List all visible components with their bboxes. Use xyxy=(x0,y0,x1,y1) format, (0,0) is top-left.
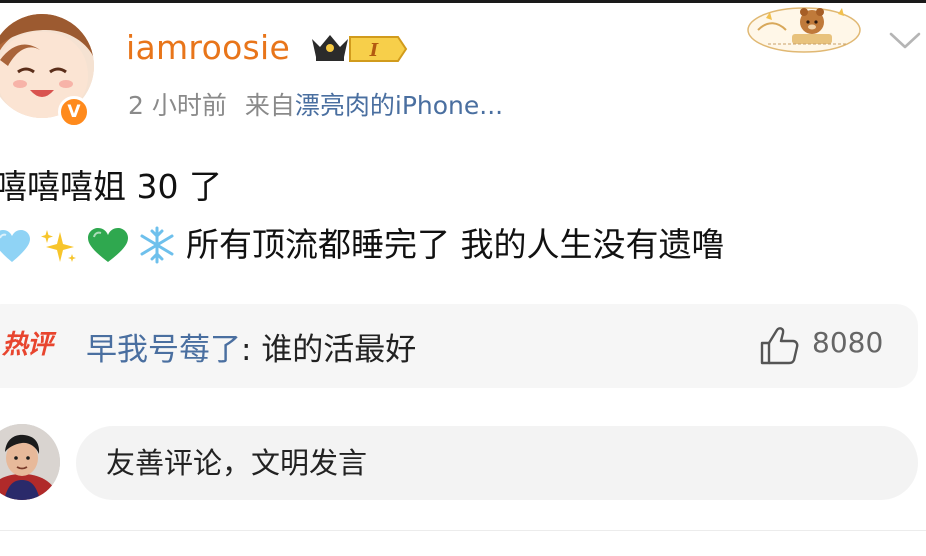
hot-comment-label: 热评 xyxy=(2,330,53,360)
level-badge-text: I xyxy=(369,40,379,61)
comment-input[interactable] xyxy=(76,426,918,500)
green-heart-icon xyxy=(88,228,128,262)
hot-comment-like-count: 8080 xyxy=(812,326,884,359)
thumbs-up-icon[interactable] xyxy=(758,326,800,366)
post-time: 2 小时前 xyxy=(128,91,227,120)
light-blue-heart-icon xyxy=(0,230,30,262)
post-text-line-2-words: 所有顶流都睡完了 我的人生没有遗噜 xyxy=(186,225,725,264)
hot-comment-separator: : xyxy=(241,332,262,368)
sparkles-icon xyxy=(41,230,76,262)
snowflake-icon xyxy=(140,226,174,264)
user-avatar-photo-icon xyxy=(0,424,60,500)
post-text-line-2: 所有顶流都睡完了 我的人生没有遗噜 xyxy=(0,218,725,266)
bottom-divider xyxy=(0,530,926,531)
weibo-post-screen: V iamroosie I 2 小时前 来自漂亮肉的iPhone... 嘻嘻嘻姐 … xyxy=(0,0,926,556)
chevron-down-icon[interactable] xyxy=(888,30,922,52)
sticker-decoration-icon xyxy=(747,7,861,53)
hot-comment-body: 谁的活最好 xyxy=(261,332,417,368)
vip-crown-icon[interactable] xyxy=(308,31,352,63)
source-device-link[interactable]: 漂亮肉的iPhone... xyxy=(295,91,503,120)
post-meta: 2 小时前 来自漂亮肉的iPhone... xyxy=(128,86,503,122)
current-user-avatar[interactable] xyxy=(0,424,60,500)
hot-commenter-name[interactable]: 早我号莓了 xyxy=(86,332,241,368)
level-badge-icon[interactable]: I xyxy=(348,35,408,63)
hot-comment-text[interactable]: 早我号莓了: 谁的活最好 xyxy=(86,324,416,369)
post-text-line-1: 嘻嘻嘻姐 30 了 xyxy=(0,167,222,206)
author-username[interactable]: iamroosie xyxy=(126,28,290,67)
verified-badge: V xyxy=(58,96,90,128)
source-prefix: 来自 xyxy=(244,91,295,120)
